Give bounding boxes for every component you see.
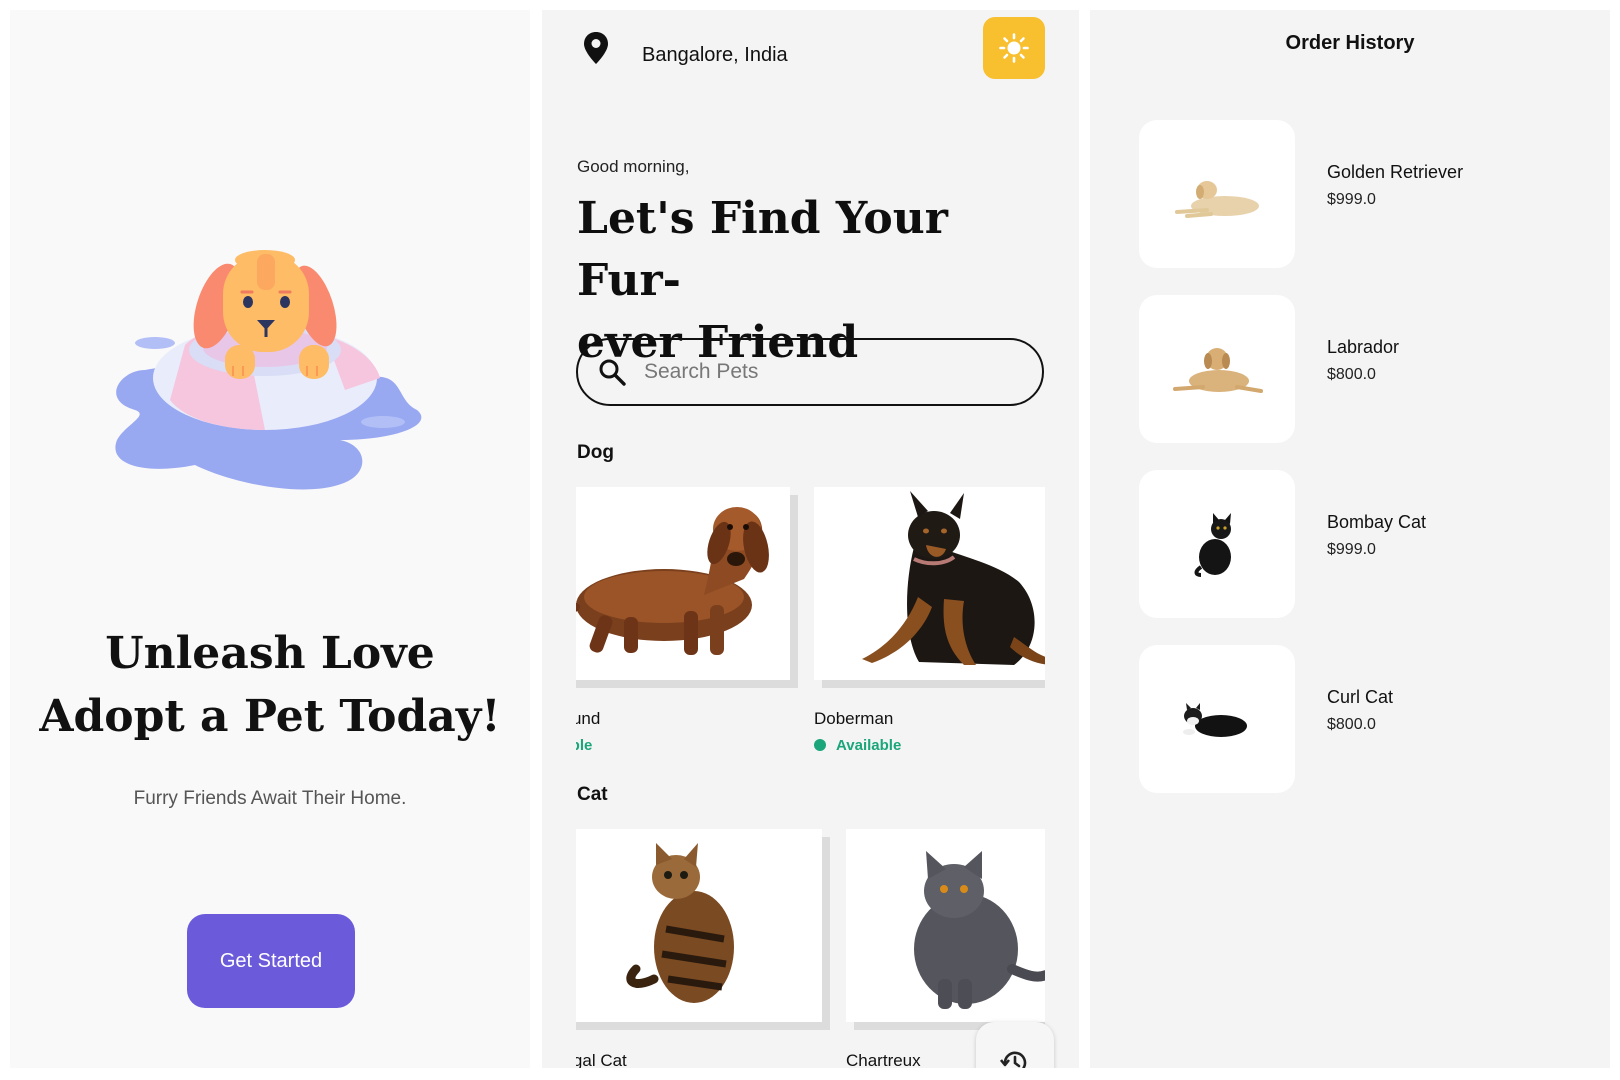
location-label[interactable]: Bangalore, India <box>642 44 788 67</box>
order-thumb-labrador <box>1139 295 1295 443</box>
search-icon <box>599 359 626 386</box>
order-history-screen: Order History Golden Retriever $999.0 La… <box>1090 10 1610 1068</box>
pet-image-dachshund <box>576 487 790 680</box>
pet-image-doberman <box>814 487 1045 680</box>
pet-name-chartreux: Chartreux <box>846 1051 921 1068</box>
order-thumb-curl-cat <box>1139 645 1295 793</box>
order-thumb-bombay-cat <box>1139 470 1295 618</box>
greeting-text: Good morning, <box>577 157 690 176</box>
golden-retriever-photo <box>1175 181 1259 218</box>
get-started-button[interactable]: Get Started <box>187 914 355 1008</box>
theme-toggle-button[interactable] <box>983 17 1045 79</box>
order-price: $800.0 <box>1327 366 1376 383</box>
category-heading-dog: Dog <box>577 442 614 463</box>
doberman-photo <box>862 491 1045 665</box>
headline-line-2: Adopt a Pet Today! <box>39 691 501 742</box>
history-icon <box>1000 1051 1027 1068</box>
home-screen: Bangalore, India Good morning, Let's Fin… <box>542 10 1079 1068</box>
order-item-labrador[interactable]: Labrador $800.0 <box>1139 295 1559 443</box>
order-name: Bombay Cat <box>1327 512 1427 532</box>
labrador-photo <box>1173 348 1263 393</box>
pet-image-bengal-cat <box>576 829 822 1022</box>
chartreux-photo <box>914 851 1045 1009</box>
order-name: Golden Retriever <box>1327 162 1464 182</box>
order-history-title: Order History <box>1285 32 1415 54</box>
category-heading-cat: Cat <box>577 784 608 805</box>
onboarding-headline: Unleash Love Adopt a Pet Today! <box>10 622 530 748</box>
pet-status-doberman: Available <box>814 737 901 754</box>
pet-name-bengal-cat: engal Cat <box>576 1051 627 1068</box>
onboarding-screen: Unleash Love Adopt a Pet Today! Furry Fr… <box>10 10 530 1068</box>
map-pin-icon <box>584 32 608 64</box>
order-price: $999.0 <box>1327 541 1376 558</box>
pet-card-dachshund[interactable]: shund ilable <box>576 487 790 772</box>
home-title-line-1: Let's Find Your Fur- <box>577 193 948 306</box>
pet-card-bengal-cat[interactable]: engal Cat <box>576 829 822 1068</box>
curl-cat-photo <box>1183 703 1247 737</box>
sun-icon <box>999 33 1029 63</box>
order-price: $800.0 <box>1327 716 1376 733</box>
dachshund-photo <box>576 507 769 655</box>
order-item-golden-retriever[interactable]: Golden Retriever $999.0 <box>1139 120 1559 268</box>
search-input[interactable] <box>644 360 1024 384</box>
headline-line-1: Unleash Love <box>105 628 435 679</box>
order-name: Labrador <box>1327 337 1400 357</box>
order-thumb-golden-retriever <box>1139 120 1295 268</box>
order-item-bombay-cat[interactable]: Bombay Cat $999.0 <box>1139 470 1559 618</box>
dog-carousel[interactable]: shund ilable Doberman Availabl <box>576 487 1045 772</box>
pet-name-dachshund: shund <box>576 709 601 728</box>
pet-name-doberman: Doberman <box>814 709 894 728</box>
order-price: $999.0 <box>1327 191 1376 208</box>
order-history-button[interactable] <box>976 1022 1054 1068</box>
onboarding-subtitle: Furry Friends Await Their Home. <box>133 788 407 809</box>
puppy-on-float-illustration <box>115 250 422 490</box>
cat-carousel[interactable]: engal Cat Chartreux <box>576 829 1045 1068</box>
pet-card-doberman[interactable]: Doberman Available <box>814 487 1045 772</box>
pet-status-doberman-label: Available <box>836 737 902 754</box>
pet-status-dachshund: ilable <box>576 737 593 754</box>
order-name: Curl Cat <box>1327 687 1394 707</box>
search-bar[interactable] <box>576 338 1044 406</box>
available-dot-icon <box>814 739 826 751</box>
bombay-cat-photo <box>1194 513 1231 577</box>
pet-image-chartreux <box>846 829 1045 1022</box>
order-item-curl-cat[interactable]: Curl Cat $800.0 <box>1139 645 1559 793</box>
bengal-cat-photo <box>626 843 734 1003</box>
